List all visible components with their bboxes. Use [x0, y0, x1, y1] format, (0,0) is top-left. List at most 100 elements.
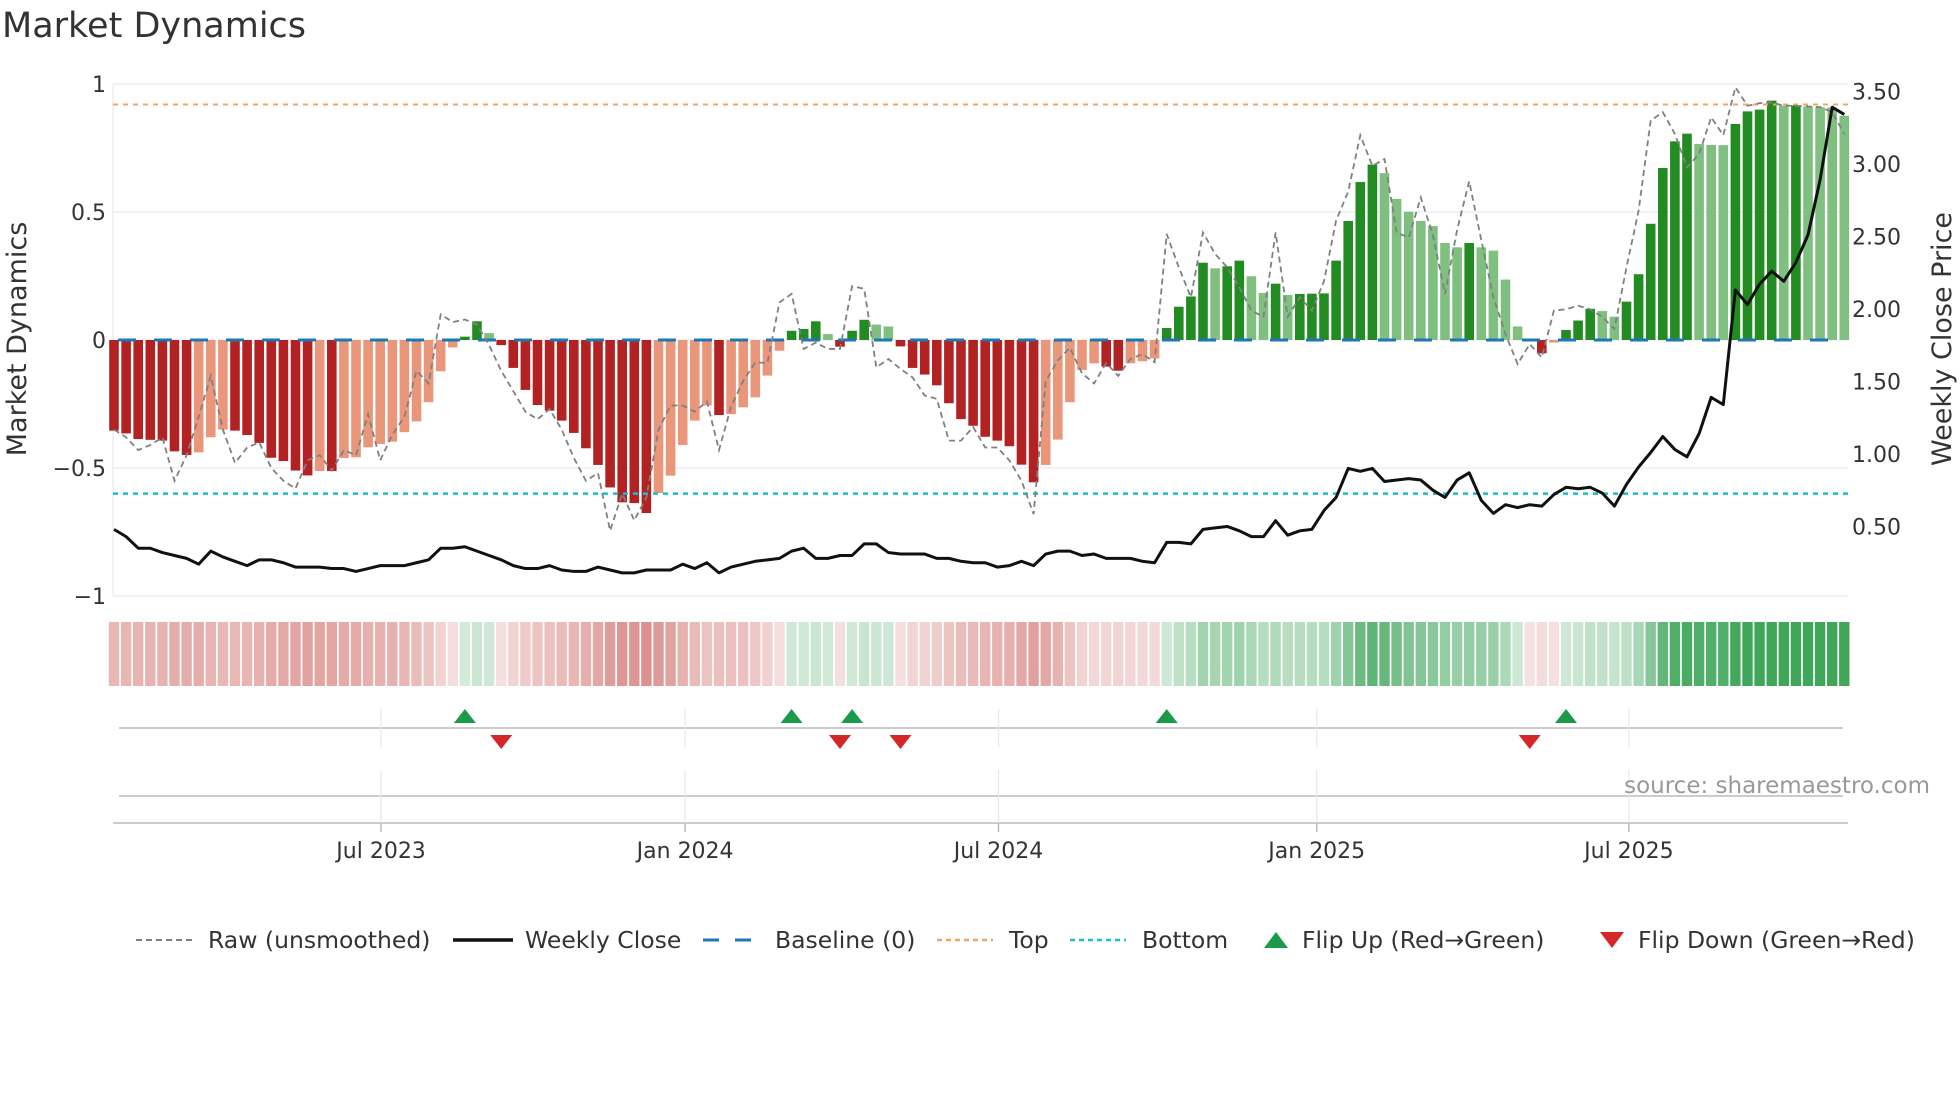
dynamics-bar [1016, 340, 1027, 465]
dynamics-bar [1827, 107, 1837, 340]
dynamics-bar [690, 340, 700, 421]
dynamics-bar [423, 340, 434, 403]
dynamics-bar [641, 340, 652, 514]
heat-strip-cell [254, 622, 265, 686]
heat-strip-cell [423, 622, 434, 686]
y2-axis-label: Weekly Close Price [1927, 212, 1958, 466]
legend-swatch-icon [1600, 932, 1624, 948]
heat-strip-cell [641, 622, 652, 686]
heat-strip-cell [387, 622, 398, 686]
heat-strip-cell [1064, 622, 1076, 686]
dynamics-bar [363, 340, 373, 448]
heat-strip-cell [1560, 622, 1572, 686]
dynamics-bar [738, 340, 748, 408]
y-tick-label: 0 [92, 329, 106, 354]
heat-strip-cell [1645, 622, 1656, 686]
legend-swatch-icon [703, 938, 759, 942]
legend-label: Flip Up (Red→Green) [1302, 926, 1545, 954]
dynamics-bar [1331, 260, 1341, 340]
heat-strip-cell [1246, 622, 1257, 686]
dynamics-bar [895, 340, 906, 347]
dynamics-bar [1089, 340, 1099, 364]
heat-strip-cell [520, 622, 531, 686]
legend-item-close: Weekly Close [453, 922, 681, 958]
heat-strip-cell [1306, 622, 1318, 686]
legend-swatch-icon [453, 938, 513, 942]
dynamics-bar [242, 340, 252, 435]
dynamics-bar [532, 340, 543, 406]
x-tick-label: Jan 2025 [1266, 839, 1365, 864]
x-tick-label: Jan 2024 [635, 839, 734, 864]
dynamics-bar [290, 340, 301, 471]
dynamics-bar [1379, 173, 1390, 340]
source-attribution: source: sharemaestro.com [1624, 773, 1930, 799]
heat-strip-cell [241, 622, 253, 686]
heat-strip-cell [1500, 622, 1511, 686]
heat-strip-cell [1681, 622, 1693, 686]
heat-strip-cell [1282, 622, 1293, 686]
heat-strip-cell [1730, 622, 1741, 686]
dynamics-bar [593, 340, 603, 465]
dynamics-bar [435, 340, 446, 372]
heat-strip-cell [762, 622, 773, 686]
heat-strip-cell [266, 622, 277, 686]
dynamics-bar [714, 340, 724, 416]
flip-up-marker [1155, 709, 1178, 723]
dynamics-bar [919, 340, 930, 375]
y2-tick-label: 2.50 [1852, 225, 1901, 250]
heat-strip-cell [508, 622, 519, 686]
dynamics-bar [181, 340, 192, 455]
dynamics-bar [1343, 220, 1353, 340]
dynamics-bar [1416, 220, 1426, 340]
heat-strip-cell [1827, 622, 1838, 686]
legend-swatch-icon [937, 938, 993, 942]
heat-strip-cell [1330, 622, 1342, 686]
dynamics-bar [1367, 164, 1378, 340]
dynamics-bar [1779, 105, 1789, 340]
heat-strip-cell [725, 622, 737, 686]
heat-strip-cell [1004, 622, 1015, 686]
heat-strip-cell [1367, 622, 1378, 686]
flip-up-marker [841, 709, 864, 723]
heat-strip-cell [1512, 622, 1523, 686]
dynamics-bar [193, 340, 204, 453]
dynamics-bar [1234, 260, 1245, 340]
heat-strip-cell [1633, 622, 1644, 686]
dynamics-bar [702, 340, 712, 406]
heat-strip-cell [1076, 622, 1088, 686]
heat-strip-cell [750, 622, 761, 686]
heat-strip-cell [496, 622, 507, 686]
dynamics-bar [1428, 226, 1438, 340]
heat-strip-cell [1016, 622, 1027, 686]
x-tick-label: Jul 2025 [1582, 839, 1674, 864]
heat-strip-cell [1101, 622, 1112, 686]
heat-strip-cell [362, 622, 374, 686]
dynamics-bar [932, 340, 942, 386]
dynamics-bar [399, 340, 410, 433]
dynamics-bar [1754, 109, 1765, 340]
heat-strip-cell [883, 622, 894, 686]
heat-strip-cell [1379, 622, 1390, 686]
dynamics-bar [629, 340, 640, 504]
heat-strip-cell [447, 622, 458, 686]
legend-item-raw: Raw (unsmoothed) [136, 922, 430, 958]
heat-strip-cell [350, 622, 362, 686]
heat-strip-cell [822, 622, 834, 686]
heat-strip-cell [604, 622, 616, 686]
heat-strip-cell [653, 622, 664, 686]
heat-strip-cell [1197, 622, 1209, 686]
heat-strip-cell [1693, 622, 1705, 686]
heat-strip-cell [1343, 622, 1354, 686]
heat-strip-cell [1149, 622, 1160, 686]
heat-strip-cell [375, 622, 386, 686]
heat-strip-cell [592, 622, 604, 686]
heat-strip-cell [1802, 622, 1814, 686]
dynamics-bar [944, 340, 954, 404]
heat-strip-cell [955, 622, 967, 686]
heat-strip-cell [193, 622, 204, 686]
heat-strip-cell [943, 622, 955, 686]
dynamics-bar [1040, 340, 1051, 465]
heat-strip-cell [1464, 622, 1475, 686]
heat-strip-cell [907, 622, 918, 686]
heat-strip-cell [580, 622, 592, 686]
